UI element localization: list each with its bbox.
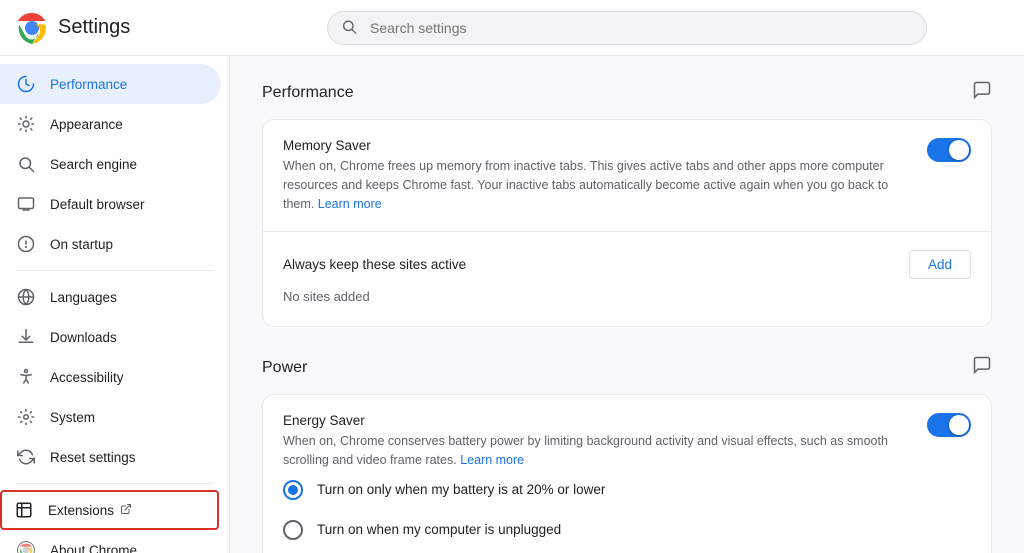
sidebar-item-downloads[interactable]: Downloads: [0, 317, 221, 357]
search-engine-icon: [16, 154, 36, 174]
about-chrome-icon: [16, 540, 36, 553]
energy-saver-content: Energy Saver When on, Chrome conserves b…: [283, 413, 915, 470]
external-link-icon: [120, 503, 132, 518]
radio-battery-20-label: Turn on only when my battery is at 20% o…: [317, 482, 605, 497]
header: Settings: [0, 0, 1024, 56]
sidebar-item-on-startup[interactable]: On startup: [0, 224, 221, 264]
sidebar-item-default-browser[interactable]: Default browser: [0, 184, 221, 224]
logo-area: Settings: [16, 12, 246, 44]
radio-unplugged-circle[interactable]: [283, 520, 303, 540]
sites-row: Always keep these sites active Add: [283, 250, 971, 279]
languages-icon: [16, 287, 36, 307]
performance-icon: [16, 74, 36, 94]
sidebar-item-about-chrome[interactable]: About Chrome: [0, 530, 221, 553]
memory-saver-learn-more[interactable]: Learn more: [318, 197, 382, 211]
no-sites-text: No sites added: [283, 279, 971, 308]
downloads-icon: [16, 327, 36, 347]
sidebar-item-downloads-label: Downloads: [50, 330, 117, 345]
sidebar-item-extensions-label: Extensions: [48, 503, 114, 518]
search-bar: [327, 11, 927, 45]
memory-saver-toggle[interactable]: [927, 138, 971, 162]
system-icon: [16, 407, 36, 427]
on-startup-icon: [16, 234, 36, 254]
memory-saver-header: Memory Saver When on, Chrome frees up me…: [283, 138, 971, 213]
accessibility-icon: [16, 367, 36, 387]
sidebar-divider-2: [16, 483, 213, 484]
reset-settings-icon: [16, 447, 36, 467]
sidebar-item-reset-settings-label: Reset settings: [50, 450, 136, 465]
energy-saver-header: Energy Saver When on, Chrome conserves b…: [283, 413, 971, 470]
energy-saver-learn-more[interactable]: Learn more: [460, 453, 524, 467]
energy-saver-desc: When on, Chrome conserves battery power …: [283, 432, 915, 470]
add-sites-button[interactable]: Add: [909, 250, 971, 279]
energy-saver-toggle[interactable]: [927, 413, 971, 437]
power-feedback-icon[interactable]: [972, 355, 992, 380]
sidebar-item-system-label: System: [50, 410, 95, 425]
sidebar-item-languages[interactable]: Languages: [0, 277, 221, 317]
toggle-thumb: [949, 140, 969, 160]
memory-saver-desc: When on, Chrome frees up memory from ina…: [283, 157, 915, 213]
power-section-title: Power: [262, 359, 307, 377]
sidebar-item-reset-settings[interactable]: Reset settings: [0, 437, 221, 477]
memory-saver-row: Memory Saver When on, Chrome frees up me…: [263, 120, 991, 232]
sidebar-item-appearance-label: Appearance: [50, 117, 123, 132]
layout: Performance Appearance Search engine: [0, 56, 1024, 553]
sidebar: Performance Appearance Search engine: [0, 56, 230, 553]
power-section-header: Power: [262, 355, 992, 380]
energy-saver-title: Energy Saver: [283, 413, 915, 428]
sidebar-item-system[interactable]: System: [0, 397, 221, 437]
performance-section: Performance Memory Saver When on, Chrome…: [262, 80, 992, 327]
performance-card: Memory Saver When on, Chrome frees up me…: [262, 119, 992, 327]
performance-section-title: Performance: [262, 84, 354, 102]
extensions-label-wrap: Extensions: [48, 503, 132, 518]
memory-saver-title: Memory Saver: [283, 138, 915, 153]
sidebar-item-extensions[interactable]: Extensions: [0, 490, 219, 530]
sidebar-item-search-engine[interactable]: Search engine: [0, 144, 221, 184]
radio-unplugged-label: Turn on when my computer is unplugged: [317, 522, 561, 537]
sidebar-item-performance-label: Performance: [50, 77, 127, 92]
search-icon: [341, 18, 357, 37]
sidebar-item-default-browser-label: Default browser: [50, 197, 145, 212]
app-title: Settings: [58, 16, 130, 39]
appearance-icon: [16, 114, 36, 134]
radio-battery-20-row[interactable]: Turn on only when my battery is at 20% o…: [283, 470, 971, 510]
performance-section-header: Performance: [262, 80, 992, 105]
memory-saver-content: Memory Saver When on, Chrome frees up me…: [283, 138, 915, 213]
performance-feedback-icon[interactable]: [972, 80, 992, 105]
sidebar-item-about-chrome-label: About Chrome: [50, 543, 137, 553]
power-card: Energy Saver When on, Chrome conserves b…: [262, 394, 992, 553]
main-content: Performance Memory Saver When on, Chrome…: [230, 56, 1024, 553]
sidebar-item-search-engine-label: Search engine: [50, 157, 137, 172]
radio-battery-20-circle[interactable]: [283, 480, 303, 500]
search-input[interactable]: [327, 11, 927, 45]
always-active-sites-row: Always keep these sites active Add No si…: [263, 232, 991, 326]
chrome-logo-icon: [16, 12, 48, 44]
sidebar-item-on-startup-label: On startup: [50, 237, 113, 252]
sidebar-item-performance[interactable]: Performance: [0, 64, 221, 104]
power-section: Power Energy Saver When on, Chrome conse…: [262, 355, 992, 553]
radio-unplugged-row[interactable]: Turn on when my computer is unplugged: [283, 510, 971, 550]
sidebar-item-accessibility-label: Accessibility: [50, 370, 124, 385]
always-active-label: Always keep these sites active: [283, 257, 466, 272]
sidebar-divider-1: [16, 270, 213, 271]
sidebar-item-languages-label: Languages: [50, 290, 117, 305]
default-browser-icon: [16, 194, 36, 214]
extensions-icon: [14, 500, 34, 520]
energy-saver-row: Energy Saver When on, Chrome conserves b…: [263, 395, 991, 553]
sidebar-item-appearance[interactable]: Appearance: [0, 104, 221, 144]
sidebar-item-accessibility[interactable]: Accessibility: [0, 357, 221, 397]
